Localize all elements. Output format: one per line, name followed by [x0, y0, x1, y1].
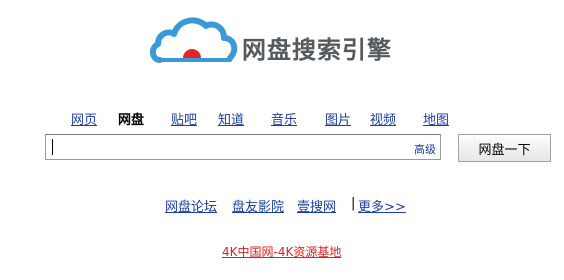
- promo-link[interactable]: 4K中国网-4K资源基地: [222, 243, 341, 260]
- cloud-logo-icon: [150, 17, 238, 63]
- logo-title: 网盘搜索引擎: [242, 36, 392, 64]
- search-box: 高级: [45, 134, 441, 160]
- text-caret: [52, 139, 53, 155]
- more-link[interactable]: 更多>>: [358, 196, 406, 215]
- tab-images[interactable]: 图片: [325, 109, 351, 128]
- tab-webpage[interactable]: 网页: [71, 109, 97, 128]
- tab-music[interactable]: 音乐: [271, 109, 297, 128]
- advanced-search-link[interactable]: 高级: [414, 141, 436, 157]
- link-yisou[interactable]: 壹搜网: [297, 196, 336, 215]
- tab-maps[interactable]: 地图: [423, 109, 449, 128]
- link-panyou-cinema[interactable]: 盘友影院: [232, 196, 284, 215]
- logo: 网盘搜索引擎: [150, 14, 420, 70]
- search-button[interactable]: 网盘一下: [458, 134, 551, 162]
- tab-netdisk[interactable]: 网盘: [118, 109, 144, 128]
- quick-links: 网盘论坛 盘友影院 壹搜网 | 更多>>: [0, 196, 564, 215]
- tab-zhidao[interactable]: 知道: [218, 109, 244, 128]
- search-category-nav: 网页 网盘 贴吧 知道 音乐 图片 视频 地图: [0, 109, 564, 128]
- links-separator: |: [351, 196, 356, 211]
- logo-dot: [255, 45, 258, 48]
- search-input[interactable]: [46, 135, 406, 159]
- tab-tieba[interactable]: 贴吧: [171, 109, 197, 128]
- tab-video[interactable]: 视频: [370, 109, 396, 128]
- link-netdisk-forum[interactable]: 网盘论坛: [165, 196, 217, 215]
